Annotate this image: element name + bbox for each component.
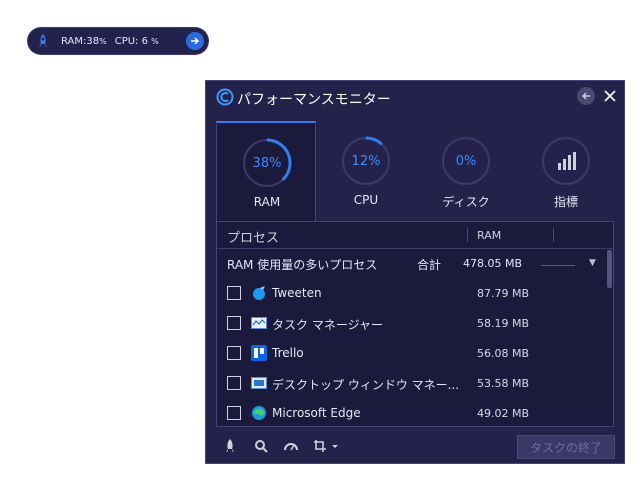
scrollbar[interactable]: [607, 250, 612, 288]
footer-toolbar: タスクの終了: [206, 429, 624, 463]
chevron-down-icon[interactable]: ▼: [589, 258, 596, 268]
process-panel: プロセス RAM RAM 使用量の多いプロセス 合計 478.05 MB ▼ T…: [216, 221, 614, 427]
speedometer-icon[interactable]: [282, 437, 300, 455]
tab-disk[interactable]: 0% ディスク: [416, 121, 516, 221]
window-title: パフォーマンスモニター: [237, 92, 391, 108]
group-header[interactable]: RAM 使用量の多いプロセス 合計 478.05 MB ▼: [227, 256, 597, 276]
tab-ram-label: RAM: [253, 195, 281, 209]
end-task-button[interactable]: タスクの終了: [517, 435, 615, 459]
process-name: Trello: [272, 346, 304, 360]
cpu-value: 12%: [351, 153, 381, 169]
task-manager-icon: [251, 315, 267, 331]
table-row[interactable]: タスク マネージャー 58.19 MB: [217, 310, 607, 338]
column-divider: [553, 228, 554, 242]
table-row[interactable]: デスクトップ ウィンドウ マネー... 53.58 MB: [217, 370, 607, 398]
process-name: Microsoft Edge: [272, 406, 361, 420]
tab-metrics[interactable]: 指標: [516, 121, 616, 221]
row-checkbox[interactable]: [227, 376, 241, 390]
tab-metrics-label: 指標: [553, 195, 578, 209]
arrow-right-icon[interactable]: [186, 32, 204, 50]
back-icon[interactable]: [577, 87, 595, 105]
tweeten-icon: [251, 285, 267, 301]
trello-icon: [251, 345, 267, 361]
rocket-icon[interactable]: [33, 31, 53, 51]
row-checkbox[interactable]: [227, 346, 241, 360]
disk-value: 0%: [455, 153, 477, 169]
process-name: デスクトップ ウィンドウ マネー...: [272, 378, 460, 392]
column-ram[interactable]: RAM: [477, 229, 501, 242]
edge-icon: [251, 405, 267, 421]
process-ram: 56.08 MB: [477, 347, 530, 360]
performance-monitor-window: パフォーマンスモニター 38% RAM 12% CPU 0% ディスク 指標 プ…: [205, 80, 625, 464]
crop-icon[interactable]: [312, 437, 342, 455]
process-ram: 87.79 MB: [477, 287, 530, 300]
group-title: RAM 使用量の多いプロセス: [227, 258, 378, 272]
process-ram: 58.19 MB: [477, 317, 530, 330]
tab-ram[interactable]: 38% RAM: [216, 121, 316, 221]
close-icon[interactable]: [600, 86, 620, 106]
tab-cpu-label: CPU: [353, 193, 379, 207]
column-divider: [467, 228, 468, 242]
mini-ram-stat: RAM:38%: [61, 35, 107, 47]
metric-tabs: 38% RAM 12% CPU 0% ディスク 指標: [216, 121, 614, 221]
dwm-icon: [251, 375, 267, 391]
ram-value: 38%: [252, 155, 282, 171]
divider: [541, 265, 575, 266]
process-name: タスク マネージャー: [272, 318, 383, 332]
row-checkbox[interactable]: [227, 316, 241, 330]
table-row[interactable]: Tweeten 87.79 MB: [217, 280, 607, 308]
group-total-label: 合計: [417, 258, 442, 272]
app-logo-icon: [216, 88, 234, 106]
rocket-icon[interactable]: [221, 437, 239, 455]
tab-disk-label: ディスク: [442, 195, 490, 209]
search-icon[interactable]: [252, 437, 270, 455]
process-ram: 53.58 MB: [477, 377, 530, 390]
table-row[interactable]: Microsoft Edge 49.02 MB: [217, 400, 607, 428]
column-process[interactable]: プロセス: [227, 227, 279, 246]
title-bar: パフォーマンスモニター: [206, 81, 624, 113]
process-name: Tweeten: [272, 286, 322, 300]
row-checkbox[interactable]: [227, 286, 241, 300]
tab-cpu[interactable]: 12% CPU: [316, 121, 416, 221]
mini-cpu-stat: CPU: 6 %: [114, 35, 159, 47]
row-checkbox[interactable]: [227, 406, 241, 420]
group-total-value: 478.05 MB: [463, 257, 523, 270]
bar-chart-icon: [542, 137, 590, 185]
mini-monitor-widget[interactable]: RAM:38% CPU: 6 %: [28, 28, 208, 54]
process-ram: 49.02 MB: [477, 407, 530, 420]
table-row[interactable]: Trello 56.08 MB: [217, 340, 607, 368]
table-header: プロセス RAM: [217, 222, 613, 249]
